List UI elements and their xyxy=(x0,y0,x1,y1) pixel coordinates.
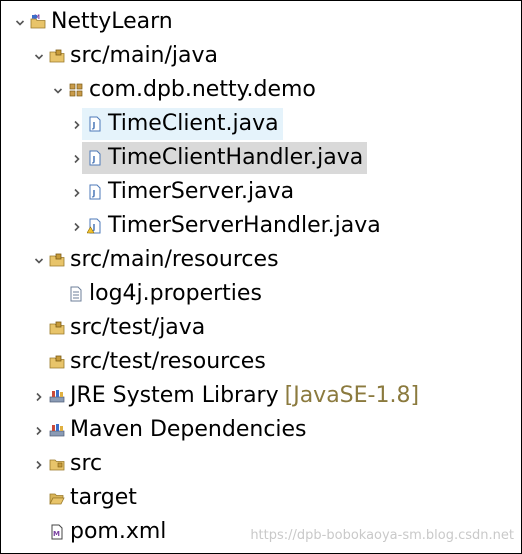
svg-text:J: J xyxy=(92,121,96,130)
package-icon xyxy=(68,82,84,98)
java-file-icon: J xyxy=(87,116,103,132)
maven-pom-icon: M xyxy=(49,524,65,540)
source-folder-icon xyxy=(49,320,65,336)
chevron-right-icon[interactable] xyxy=(70,117,84,131)
tree-item-label: TimeClientHandler.java xyxy=(108,145,364,170)
tree-item-src-main-java[interactable]: src/main/java xyxy=(1,39,521,73)
svg-text:M: M xyxy=(53,530,60,538)
project-explorer-tree: M NettyLearn src/main/java com.dpb.netty.de… xyxy=(0,0,522,554)
tree-item-label: NettyLearn xyxy=(51,9,173,34)
tree-item-src-test-resources[interactable]: src/test/resources xyxy=(1,345,521,379)
chevron-right-icon[interactable] xyxy=(32,457,46,471)
java-file-warning-icon: J xyxy=(86,218,103,234)
tree-item-timerserver-java[interactable]: J TimerServer.java xyxy=(1,175,521,209)
tree-item-label: TimeClient.java xyxy=(108,111,279,136)
chevron-down-icon[interactable] xyxy=(51,83,65,97)
java-file-icon: J xyxy=(87,150,103,166)
properties-file-icon xyxy=(68,286,84,302)
chevron-down-icon[interactable] xyxy=(32,253,46,267)
tree-item-decoration: [JavaSE-1.8] xyxy=(284,383,420,408)
tree-item-label: com.dpb.netty.demo xyxy=(89,77,316,102)
tree-item-timeclienthandler-java[interactable]: J TimeClientHandler.java xyxy=(1,141,521,175)
folder-open-icon xyxy=(49,490,65,506)
tree-item-label: Maven Dependencies xyxy=(70,417,307,442)
tree-item-label: JRE System Library xyxy=(70,383,279,408)
library-icon xyxy=(49,388,65,404)
folder-icon xyxy=(49,456,65,472)
chevron-right-icon[interactable] xyxy=(32,389,46,403)
tree-item-target[interactable]: target xyxy=(1,481,521,515)
tree-item-label: src/test/resources xyxy=(70,349,266,374)
tree-item-src-main-resources[interactable]: src/main/resources xyxy=(1,243,521,277)
tree-item-label: target xyxy=(70,485,137,510)
tree-item-src-test-java[interactable]: src/test/java xyxy=(1,311,521,345)
tree-item-log4j-properties[interactable]: log4j.properties xyxy=(1,277,521,311)
tree-item-com-dpb-netty-demo[interactable]: com.dpb.netty.demo xyxy=(1,73,521,107)
chevron-right-icon[interactable] xyxy=(70,151,84,165)
tree-item-jre-system-library[interactable]: JRE System Library [JavaSE-1.8] xyxy=(1,379,521,413)
svg-text:J: J xyxy=(92,189,96,198)
tree-item-label: src/main/java xyxy=(70,43,219,68)
source-folder-icon xyxy=(49,48,65,64)
tree-item-label: TimerServer.java xyxy=(108,179,295,204)
tree-item-label: pom.xml xyxy=(70,519,167,544)
source-folder-icon xyxy=(49,252,65,268)
tree-item-label: src/test/java xyxy=(70,315,206,340)
java-file-icon: J xyxy=(87,184,103,200)
tree-item-src[interactable]: src xyxy=(1,447,521,481)
tree-item-timerserverhandler-java[interactable]: J TimerServerHandler.java xyxy=(1,209,521,243)
tree-item-timeclient-java[interactable]: J TimeClient.java xyxy=(1,107,521,141)
chevron-down-icon[interactable] xyxy=(32,49,46,63)
svg-text:J: J xyxy=(92,155,96,164)
library-icon xyxy=(49,422,65,438)
chevron-down-icon[interactable] xyxy=(13,15,27,29)
tree-item-maven-dependencies[interactable]: Maven Dependencies xyxy=(1,413,521,447)
watermark: https://dpb-bobokaoya-sm.blog.csdn.net xyxy=(250,528,514,543)
source-folder-icon xyxy=(49,354,65,370)
tree-item-label: src xyxy=(70,451,103,476)
tree-item-label: TimerServerHandler.java xyxy=(108,213,381,238)
tree-item-label: src/main/resources xyxy=(70,247,279,272)
chevron-right-icon[interactable] xyxy=(70,219,84,233)
chevron-right-icon[interactable] xyxy=(32,423,46,437)
chevron-right-icon[interactable] xyxy=(70,185,84,199)
tree-item-nettylearn[interactable]: M NettyLearn xyxy=(1,5,521,39)
maven-project-icon: M xyxy=(30,14,46,30)
tree-item-label: log4j.properties xyxy=(89,281,262,306)
